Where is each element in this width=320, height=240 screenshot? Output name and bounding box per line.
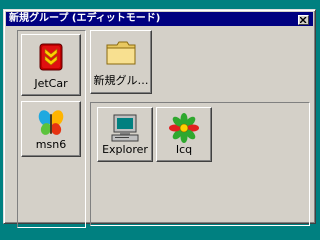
launcher-item-label: Icq — [175, 143, 193, 156]
icq-flower-icon — [169, 113, 199, 143]
group-window: 新規グループ (エディットモード) JetCar msn6 新規グル… Expl… — [3, 9, 316, 228]
launcher-item-label: JetCar — [34, 77, 68, 90]
left-panel: JetCar msn6 — [17, 30, 86, 228]
launcher-item-msn6[interactable]: msn6 — [21, 101, 81, 157]
computer-icon — [111, 114, 139, 142]
title-bar[interactable]: 新規グループ (エディットモード) — [6, 12, 313, 26]
right-subpanel: Explorer Icq — [90, 102, 310, 226]
right-panel: 新規グル… Explorer Icq — [90, 30, 310, 228]
launcher-item-explorer[interactable]: Explorer — [97, 107, 153, 162]
close-icon — [300, 17, 307, 23]
folder-icon — [106, 41, 136, 65]
close-button[interactable] — [298, 15, 309, 25]
jetcar-icon — [39, 43, 63, 71]
launcher-item-new-group[interactable]: 新規グル… — [90, 30, 152, 94]
launcher-item-icq[interactable]: Icq — [156, 107, 212, 162]
launcher-item-label: msn6 — [35, 138, 67, 151]
launcher-item-label: 新規グル… — [93, 74, 149, 87]
window-title: 新規グループ (エディットモード) — [9, 13, 161, 24]
launcher-item-jetcar[interactable]: JetCar — [21, 34, 81, 96]
launcher-item-label: Explorer — [102, 143, 148, 156]
msn-butterfly-icon — [38, 110, 64, 135]
